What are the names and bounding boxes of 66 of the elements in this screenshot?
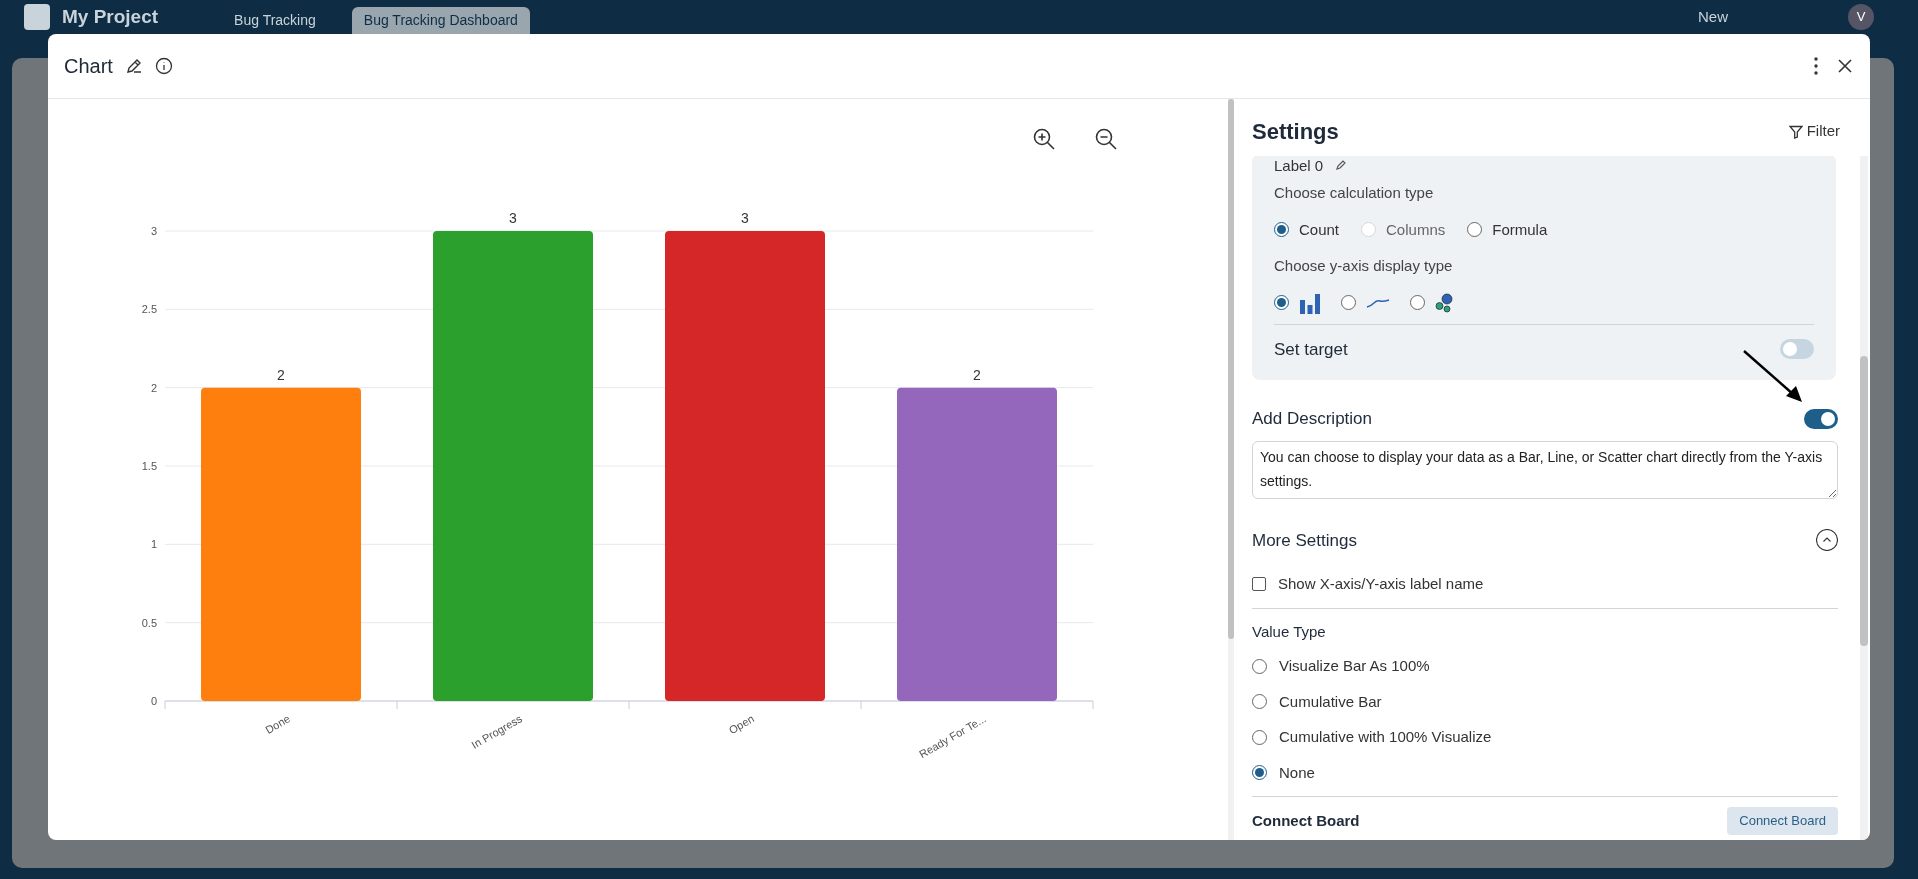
y-tick-label: 0.5 (141, 616, 157, 629)
filter-icon (1788, 124, 1803, 139)
tab[interactable]: Bug Tracking Dashboard (351, 6, 530, 34)
radio-label: None (1279, 762, 1315, 783)
section-label: Add Description (1252, 408, 1372, 430)
filter-button[interactable]: Filter (1788, 120, 1840, 143)
project-name: My Project (62, 6, 159, 28)
scrollbar[interactable] (1860, 156, 1868, 840)
section-label: Choose y-axis display type (1274, 256, 1454, 276)
radio-button[interactable] (1252, 694, 1267, 710)
checkbox[interactable] (1252, 577, 1266, 592)
dialog-title: Chart (64, 54, 113, 79)
info-icon[interactable] (154, 57, 173, 75)
y-tick-label: 1 (150, 538, 157, 551)
tab[interactable]: Bug Tracking (222, 6, 328, 34)
checkbox-label: Show X-axis/Y-axis label name (1278, 574, 1484, 594)
line-chart-icon[interactable] (1366, 296, 1390, 309)
toggle-switch[interactable] (1780, 339, 1814, 360)
y-tick-label: 2.5 (141, 303, 157, 316)
avatar[interactable]: V (1848, 4, 1874, 30)
more-options-icon[interactable] (1814, 57, 1818, 75)
data-label: 3 (509, 210, 517, 226)
bar-chart-icon[interactable] (1299, 291, 1321, 314)
pointer-arrow (1742, 349, 1804, 404)
radio-label: Visualize Bar As 100% (1279, 656, 1430, 676)
section-label: More Settings (1252, 529, 1357, 552)
close-icon[interactable] (1838, 59, 1852, 73)
settings-title: Settings (1252, 118, 1339, 146)
radio-button[interactable] (1252, 765, 1267, 781)
scatter-chart-icon[interactable] (1435, 292, 1455, 313)
y-tick-label: 2 (150, 381, 157, 394)
radio-label: Count (1299, 219, 1340, 240)
radio-button[interactable] (1274, 295, 1289, 310)
data-label: 3 (741, 210, 749, 226)
radio-label: Columns (1386, 219, 1446, 240)
x-tick-label: Done (263, 712, 292, 736)
section-label: Choose calculation type (1274, 183, 1435, 203)
data-label: 2 (973, 366, 981, 383)
radio-button[interactable] (1274, 222, 1289, 238)
y-tick-label: 3 (150, 225, 157, 237)
y-tick-label: 1.5 (141, 460, 157, 472)
section-label: Connect Board (1252, 810, 1360, 831)
radio-button[interactable] (1341, 295, 1356, 310)
radio-label: Cumulative Bar (1279, 691, 1382, 712)
radio-button[interactable] (1252, 729, 1267, 745)
edit-icon[interactable] (1335, 159, 1348, 171)
radio-button[interactable] (1467, 222, 1483, 238)
edit-icon[interactable] (124, 57, 143, 75)
data-label: 2 (277, 366, 285, 383)
radio-button[interactable] (1252, 658, 1267, 674)
scrollbar[interactable] (1228, 99, 1234, 840)
zoom-out-icon[interactable] (1094, 127, 1118, 151)
radio-button[interactable] (1410, 295, 1425, 310)
series-label: Label 0 (1274, 157, 1324, 173)
description-field[interactable]: You can choose to display your data as a Bar, Line, or Scatter chart directly from the Y-axis settings. (1252, 440, 1838, 499)
section-label: Set target (1274, 338, 1348, 361)
x-tick-label: Open (726, 712, 756, 737)
new-button[interactable]: New (1698, 5, 1728, 29)
y-tick-label: 0 (150, 695, 157, 707)
connect-board-button[interactable]: Connect Board (1727, 807, 1838, 835)
radio-label: Cumulative with 100% Visualize (1279, 727, 1492, 747)
toggle-switch[interactable] (1804, 408, 1838, 429)
zoom-in-icon[interactable] (1032, 127, 1056, 151)
section-label: Value Type (1252, 621, 1327, 642)
radio-label: Formula (1492, 219, 1548, 240)
collapse-icon[interactable] (1816, 529, 1838, 552)
